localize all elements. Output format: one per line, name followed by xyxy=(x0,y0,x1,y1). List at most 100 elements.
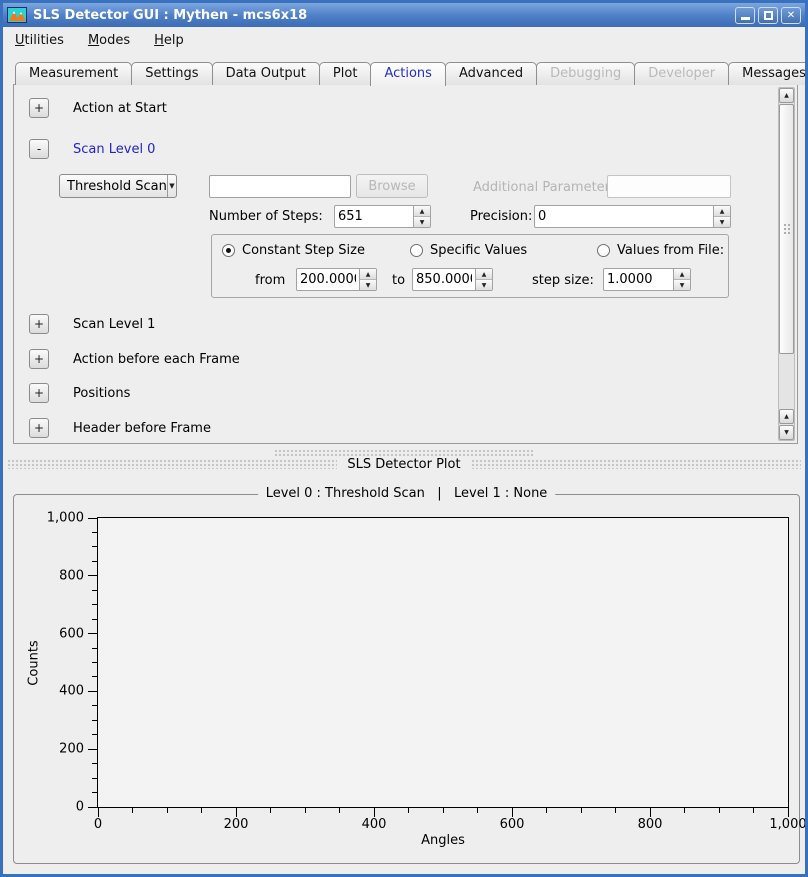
scroll-down-icon: ▼ xyxy=(784,429,789,436)
splitter-handle[interactable] xyxy=(274,449,534,456)
axis-tick-label: 600 xyxy=(500,817,525,832)
close-button[interactable]: ✕ xyxy=(781,7,801,24)
tab-messages[interactable]: Messages xyxy=(728,62,808,85)
maximize-button[interactable] xyxy=(758,7,778,24)
axis-tick xyxy=(201,808,202,813)
axis-tick-label: 600 xyxy=(59,626,84,641)
radio-values-from-file[interactable]: Values from File: xyxy=(597,243,724,258)
precision-spinbox[interactable]: ▲ ▼ xyxy=(534,205,731,228)
radio-on-icon xyxy=(222,244,235,257)
axis-tick xyxy=(374,808,375,817)
spin-up-icon[interactable]: ▲ xyxy=(476,269,492,280)
plot-dock-title: SLS Detector Plot xyxy=(347,457,460,472)
step-size-value[interactable] xyxy=(604,269,673,290)
collapse-button-scan-level-0[interactable]: - xyxy=(29,139,49,159)
maximize-icon xyxy=(764,11,773,20)
vertical-scrollbar[interactable]: ▲ ▲ ▼ xyxy=(778,87,795,441)
tab-measurement[interactable]: Measurement xyxy=(15,62,132,85)
expand-button-header-before-frame[interactable]: + xyxy=(29,418,49,438)
axis-tick xyxy=(236,808,237,817)
step-mode-groupbox: Constant Step Size Specific Values Value… xyxy=(211,234,729,298)
precision-label: Precision: xyxy=(470,209,532,224)
scan-mode-combobox[interactable]: Threshold Scan ▼ xyxy=(59,174,177,198)
axis-tick xyxy=(92,734,97,735)
spin-up-icon[interactable]: ▲ xyxy=(714,206,730,217)
radio-constant-step-size[interactable]: Constant Step Size xyxy=(222,243,365,258)
tabbar: Measurement Settings Data Output Plot Ac… xyxy=(15,62,808,85)
script-file-input[interactable] xyxy=(209,175,351,198)
axis-tick xyxy=(88,575,97,576)
spin-down-icon[interactable]: ▼ xyxy=(674,280,690,290)
precision-value[interactable] xyxy=(535,206,713,227)
expand-button-action-before-each-frame[interactable]: + xyxy=(29,349,49,369)
step-size-spinbox[interactable]: ▲ ▼ xyxy=(603,268,691,291)
section-scan-level-0: - Scan Level 0 xyxy=(29,138,155,160)
number-of-steps-label: Number of Steps: xyxy=(209,209,323,224)
to-label: to xyxy=(392,273,405,288)
to-spinbox[interactable]: ▲ ▼ xyxy=(412,268,493,291)
plot-title: Level 0 : Threshold Scan | Level 1 : Non… xyxy=(258,486,556,501)
titlebar[interactable]: SLS Detector GUI : Mythen - mcs6x18 ✕ xyxy=(3,3,805,27)
scrollbar-thumb[interactable] xyxy=(779,104,794,354)
menu-help[interactable]: Help xyxy=(154,33,184,48)
section-label-action-before-each-frame: Action before each Frame xyxy=(73,352,240,367)
axis-tick xyxy=(88,691,97,692)
section-label-header-before-frame: Header before Frame xyxy=(73,421,211,436)
additional-parameter-input xyxy=(607,175,731,198)
tab-advanced[interactable]: Advanced xyxy=(445,62,537,85)
from-value[interactable] xyxy=(297,269,359,290)
axis-tick xyxy=(719,808,720,813)
scroll-up-button-2[interactable]: ▲ xyxy=(779,409,794,424)
minimize-button[interactable] xyxy=(735,7,755,24)
y-axis-title: Counts xyxy=(27,640,42,685)
menu-modes[interactable]: Modes xyxy=(88,33,130,48)
dock-handle-texture xyxy=(471,459,801,469)
axis-tick xyxy=(92,546,97,547)
expand-button-positions[interactable]: + xyxy=(29,383,49,403)
axis-tick xyxy=(477,808,478,813)
number-of-steps-spinbox[interactable]: ▲ ▼ xyxy=(334,205,431,228)
section-label-positions: Positions xyxy=(73,386,130,401)
menu-utilities[interactable]: Utilities xyxy=(15,33,64,48)
radio-off-icon xyxy=(597,244,610,257)
spin-down-icon[interactable]: ▼ xyxy=(360,280,376,290)
expand-button-action-at-start[interactable]: + xyxy=(29,98,49,118)
number-of-steps-value[interactable] xyxy=(335,206,413,227)
axis-tick xyxy=(92,763,97,764)
scan-mode-value: Threshold Scan xyxy=(60,179,167,194)
axis-tick-label: 800 xyxy=(59,568,84,583)
section-label-action-at-start: Action at Start xyxy=(73,101,167,116)
axis-tick xyxy=(92,720,97,721)
axis-tick xyxy=(339,808,340,813)
scroll-up-button[interactable]: ▲ xyxy=(779,88,794,103)
tab-settings[interactable]: Settings xyxy=(131,62,212,85)
to-value[interactable] xyxy=(413,269,475,290)
radio-specific-values[interactable]: Specific Values xyxy=(410,243,527,258)
from-spinbox[interactable]: ▲ ▼ xyxy=(296,268,377,291)
browse-button: Browse xyxy=(356,174,428,198)
spin-down-icon[interactable]: ▼ xyxy=(714,217,730,227)
actions-tab-pane: + Action at Start - Scan Level 0 Thresho… xyxy=(13,84,798,444)
tab-actions[interactable]: Actions xyxy=(370,62,446,86)
scroll-down-button[interactable]: ▼ xyxy=(779,425,794,440)
tab-data-output[interactable]: Data Output xyxy=(212,62,320,85)
spin-up-icon[interactable]: ▲ xyxy=(414,206,430,217)
axis-tick-label: 0 xyxy=(94,817,102,832)
expand-button-scan-level-1[interactable]: + xyxy=(29,314,49,334)
spin-up-icon[interactable]: ▲ xyxy=(674,269,690,280)
axis-tick xyxy=(92,662,97,663)
tab-plot[interactable]: Plot xyxy=(319,62,372,85)
chevron-down-icon[interactable]: ▼ xyxy=(167,175,176,197)
step-size-label: step size: xyxy=(532,273,594,288)
plot-canvas: Counts Angles 02004006008001,00002004006… xyxy=(97,517,789,808)
axis-tick-label: 400 xyxy=(362,817,387,832)
section-action-at-start: + Action at Start xyxy=(29,97,167,119)
additional-parameter-label: Additional Parameter: xyxy=(473,180,614,195)
axis-tick xyxy=(92,676,97,677)
plot-dock-titlebar[interactable]: SLS Detector Plot xyxy=(7,456,801,472)
section-header-before-frame: + Header before Frame xyxy=(29,417,211,439)
spin-down-icon[interactable]: ▼ xyxy=(476,280,492,290)
spin-down-icon[interactable]: ▼ xyxy=(414,217,430,227)
spin-up-icon[interactable]: ▲ xyxy=(360,269,376,280)
window-title: SLS Detector GUI : Mythen - mcs6x18 xyxy=(33,8,729,23)
